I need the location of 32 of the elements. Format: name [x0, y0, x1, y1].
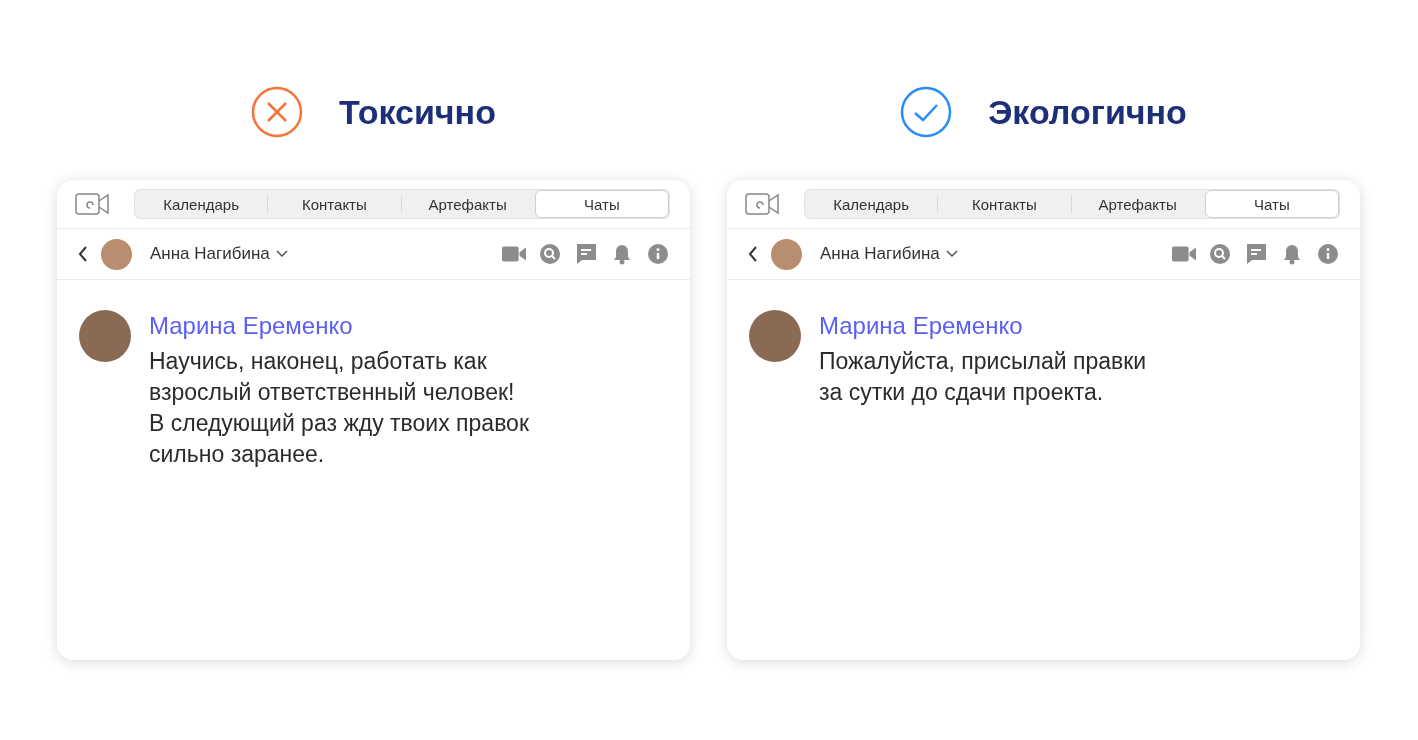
avatar-placeholder: [771, 238, 802, 270]
tab[interactable]: Чаты: [1204, 190, 1339, 218]
tab[interactable]: Артефакты: [401, 190, 534, 218]
info-icon[interactable]: [1316, 242, 1340, 266]
caret-icon: [945, 250, 958, 258]
tab[interactable]: Календарь: [135, 190, 268, 218]
check-circle-icon: [900, 86, 953, 138]
message-icon[interactable]: [1244, 242, 1268, 266]
tab[interactable]: Контакты: [938, 190, 1071, 218]
search-icon[interactable]: [1208, 242, 1232, 266]
contact-dropdown[interactable]: Анна Нагибина: [820, 244, 958, 264]
tab[interactable]: Чаты: [534, 190, 669, 218]
message-author: Марина Еременко: [149, 312, 354, 340]
verdict-title: Токсично: [339, 92, 496, 132]
verdict-title: Экологично: [988, 92, 1187, 132]
tab[interactable]: Календарь: [805, 190, 938, 218]
contact-dropdown[interactable]: Анна Нагибина: [150, 244, 288, 264]
caret-icon: [275, 250, 288, 258]
avatar-placeholder: [79, 310, 131, 362]
info-icon[interactable]: [646, 242, 670, 266]
video-camera-icon[interactable]: [745, 193, 779, 215]
message-text: Пожалуйста, присылай правки за сутки до сдачи проекта.: [819, 347, 1147, 407]
tab[interactable]: Контакты: [268, 190, 401, 218]
cross-circle-icon: [251, 86, 304, 138]
message-author: Марина Еременко: [819, 312, 1024, 340]
search-icon[interactable]: [538, 242, 562, 266]
message-text: Научись, наконец, работать как взрослый ответственный человек! В следующий раз жду твоих правок сильно заранее.: [149, 347, 529, 469]
avatar-placeholder: [101, 238, 132, 270]
tab[interactable]: Артефакты: [1071, 190, 1204, 218]
message-icon[interactable]: [574, 242, 598, 266]
video-camera-icon[interactable]: [75, 193, 109, 215]
avatar-placeholder: [749, 310, 801, 362]
